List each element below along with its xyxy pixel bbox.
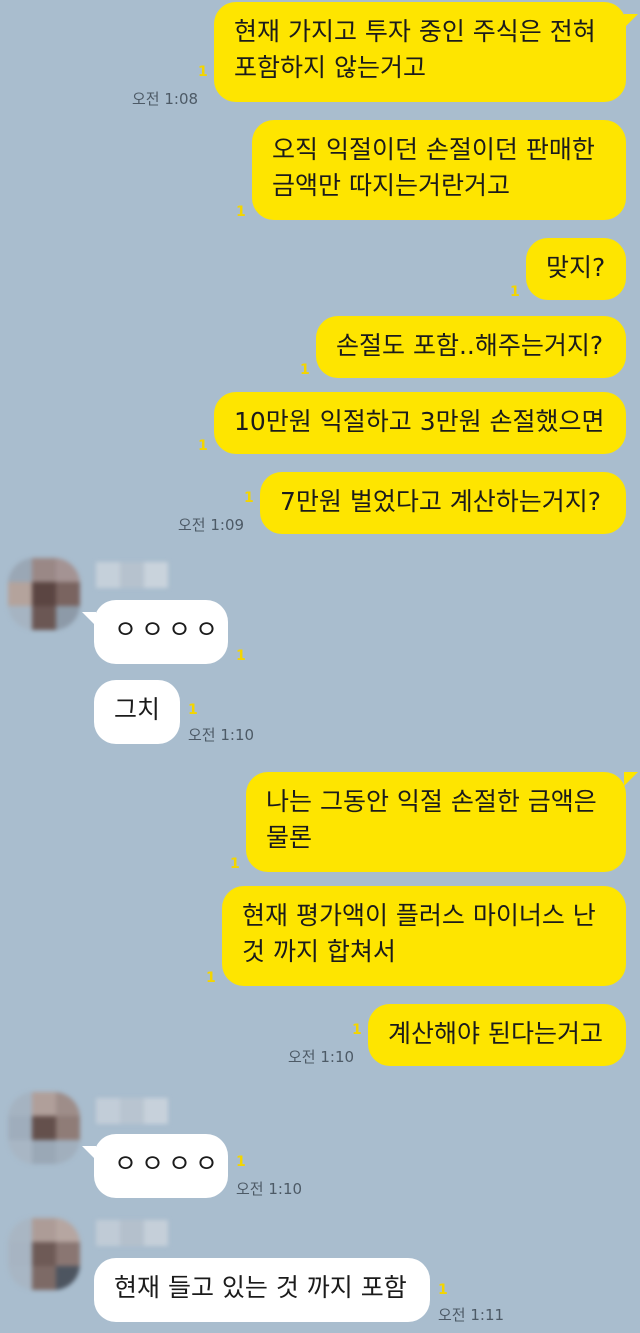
sender-name-blurred: [96, 562, 168, 588]
bubble-tail: [624, 14, 638, 28]
sender-name-blurred: [96, 1098, 168, 1124]
message-bubble-other[interactable]: ㅇㅇㅇㅇ: [94, 600, 228, 664]
unread-count: 1: [236, 648, 246, 664]
unread-count: 1: [300, 362, 310, 378]
message-bubble-mine[interactable]: 손절도 포함..해주는거지?: [316, 316, 626, 378]
message-line: 손절도 포함..해주는거지?: [336, 331, 604, 360]
message-bubble-other[interactable]: 그치: [94, 680, 180, 744]
unread-count: 1: [188, 702, 198, 718]
message-line: 맞지?: [546, 253, 606, 282]
unread-count: 1: [510, 284, 520, 300]
chat-area[interactable]: 현재 가지고 투자 중인 주식은 전혀 포함하지 않는거고 1 오전 1:08 …: [0, 0, 640, 1333]
unread-count: 1: [438, 1282, 448, 1298]
message-line: 현재 가지고 투자 중인 주식은 전혀: [234, 17, 596, 46]
message-bubble-mine[interactable]: 맞지?: [526, 238, 626, 300]
profile-avatar[interactable]: [8, 1218, 80, 1290]
message-line: 계산해야 된다는거고: [388, 1019, 603, 1048]
message-line: 현재 평가액이 플러스 마이너스 난: [242, 901, 596, 930]
message-line: 물론: [266, 823, 313, 852]
message-time: 오전 1:10: [288, 1048, 355, 1066]
unread-count: 1: [244, 490, 254, 506]
message-line: ㅇㅇㅇㅇ: [114, 1149, 223, 1178]
unread-count: 1: [198, 64, 208, 80]
message-bubble-other[interactable]: ㅇㅇㅇㅇ: [94, 1134, 228, 1198]
profile-avatar[interactable]: [8, 558, 80, 630]
message-time: 오전 1:10: [236, 1180, 303, 1198]
message-bubble-other[interactable]: 현재 들고 있는 것 까지 포함: [94, 1258, 430, 1322]
message-bubble-mine[interactable]: 나는 그동안 익절 손절한 금액은 물론: [246, 772, 626, 872]
message-line: 나는 그동안 익절 손절한 금액은: [266, 787, 597, 816]
message-line: 포함하지 않는거고: [234, 53, 426, 82]
message-bubble-mine[interactable]: 현재 가지고 투자 중인 주식은 전혀 포함하지 않는거고: [214, 2, 626, 102]
message-bubble-mine[interactable]: 오직 익절이던 손절이던 판매한 금액만 따지는거란거고: [252, 120, 626, 220]
unread-count: 1: [198, 438, 208, 454]
message-bubble-mine[interactable]: 현재 평가액이 플러스 마이너스 난 것 까지 합쳐서: [222, 886, 626, 986]
message-line: 오직 익절이던 손절이던 판매한: [272, 135, 595, 164]
unread-count: 1: [230, 856, 240, 872]
message-line: 금액만 따지는거란거고: [272, 171, 510, 200]
message-line: 10만원 익절하고 3만원 손절했으면: [234, 407, 605, 436]
profile-avatar[interactable]: [8, 1092, 80, 1164]
message-line: 7만원 벌었다고 계산하는거지?: [280, 487, 602, 516]
sender-name-blurred: [96, 1220, 168, 1246]
bubble-tail: [82, 1146, 96, 1160]
bubble-tail: [624, 772, 638, 786]
message-time: 오전 1:11: [438, 1306, 505, 1324]
message-bubble-mine[interactable]: 10만원 익절하고 3만원 손절했으면: [214, 392, 626, 454]
unread-count: 1: [352, 1022, 362, 1038]
message-line: 현재 들고 있는 것 까지 포함: [114, 1273, 407, 1302]
message-time: 오전 1:10: [188, 726, 255, 744]
message-time: 오전 1:08: [132, 90, 199, 108]
unread-count: 1: [236, 204, 246, 220]
message-line: 것 까지 합쳐서: [242, 937, 396, 966]
unread-count: 1: [236, 1154, 246, 1170]
unread-count: 1: [206, 970, 216, 986]
message-bubble-mine[interactable]: 7만원 벌었다고 계산하는거지?: [260, 472, 626, 534]
message-line: ㅇㅇㅇㅇ: [114, 615, 223, 644]
message-line: 그치: [114, 695, 161, 724]
message-bubble-mine[interactable]: 계산해야 된다는거고: [368, 1004, 626, 1066]
message-time: 오전 1:09: [178, 516, 245, 534]
bubble-tail: [82, 612, 96, 626]
